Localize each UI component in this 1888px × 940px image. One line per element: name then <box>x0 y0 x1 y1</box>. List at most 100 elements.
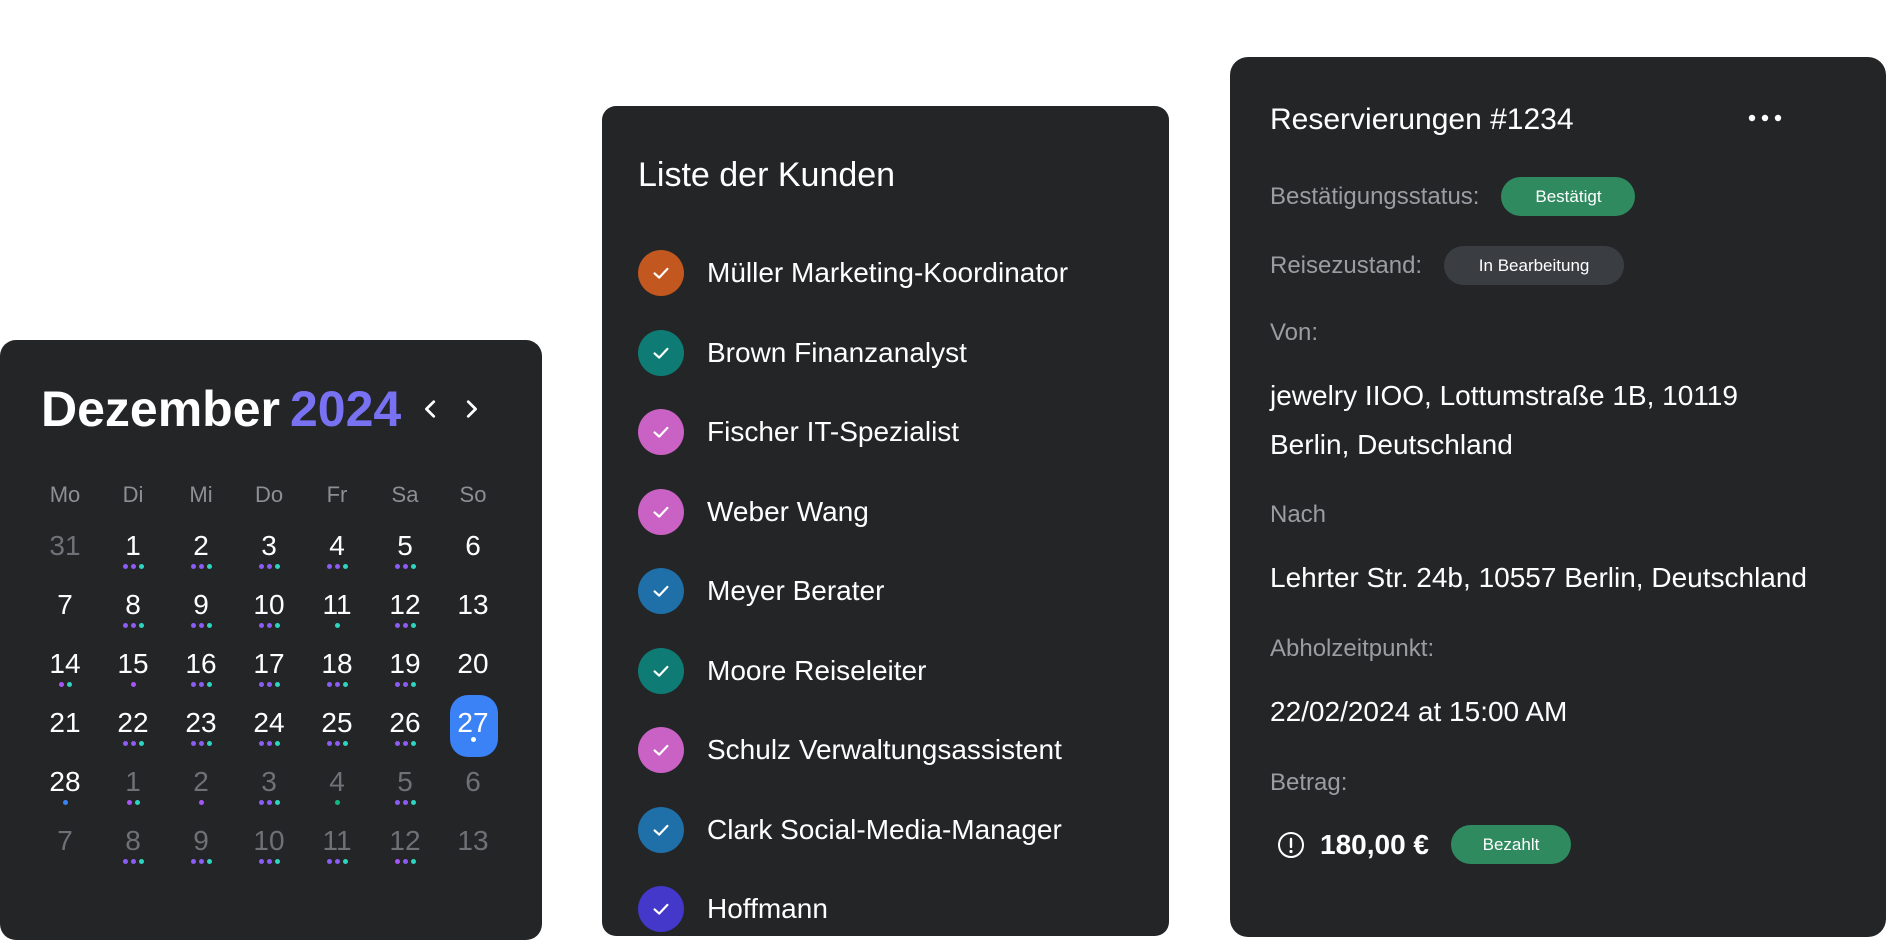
event-dot <box>138 623 144 628</box>
check-icon[interactable] <box>638 647 684 694</box>
customer-name: Müller Marketing-Koordinator <box>707 257 1069 288</box>
calendar-day-number: 12 <box>389 589 421 620</box>
event-dots <box>167 623 235 628</box>
from-address: jewelry IIOO, Lottumstraße 1B, 10119 Ber… <box>1270 371 1738 469</box>
calendar-month: Dezember <box>41 381 280 437</box>
check-icon[interactable] <box>638 488 684 535</box>
event-dots <box>235 741 303 746</box>
calendar-day-number: 28 <box>49 766 81 797</box>
calendar-day[interactable]: 11 <box>303 825 371 894</box>
event-dot <box>66 682 72 687</box>
paid-badge: Bezahlt <box>1451 825 1571 864</box>
event-dot <box>402 741 408 746</box>
calendar-day-number: 4 <box>329 766 345 797</box>
event-dot <box>266 859 272 864</box>
customer-item[interactable]: Brown Finanzanalyst <box>638 329 1068 376</box>
calendar-day-number: 18 <box>321 648 353 679</box>
calendar-nav <box>411 389 491 429</box>
event-dots <box>99 741 167 746</box>
calendar-day-number: 20 <box>457 648 489 679</box>
check-icon[interactable] <box>638 568 684 614</box>
chevron-left-icon[interactable] <box>411 389 451 429</box>
event-dots <box>235 682 303 687</box>
event-dots <box>99 682 167 687</box>
event-dot <box>258 741 264 746</box>
weekday-label: Fr <box>326 482 348 507</box>
customer-name: Meyer Berater <box>707 575 885 606</box>
customer-name: Schulz Verwaltungsassistent <box>707 734 1062 765</box>
event-dot <box>394 800 400 805</box>
more-horizontal-icon[interactable] <box>1740 103 1790 133</box>
calendar-day[interactable]: 12 <box>371 825 439 894</box>
check-icon[interactable] <box>638 250 684 296</box>
event-dots <box>235 564 303 569</box>
calendar-day-number: 4 <box>329 530 345 561</box>
customer-name: Clark Social-Media-Manager <box>707 813 1062 845</box>
event-dot <box>122 741 128 746</box>
event-dots <box>371 682 439 687</box>
customer-list-card: Liste der Kunden Müller Marketing-Koordi… <box>602 106 1169 936</box>
check-icon[interactable] <box>638 886 684 932</box>
event-dots <box>235 859 303 864</box>
check-icon[interactable] <box>638 727 684 773</box>
customer-item[interactable]: Hoffmann <box>638 886 1068 932</box>
event-dot <box>130 564 136 569</box>
weekday-label: Sa <box>391 482 419 507</box>
check-icon[interactable] <box>638 409 684 455</box>
calendar-header: Dezember 2024 <box>41 380 491 438</box>
event-dot <box>402 623 408 628</box>
customer-item[interactable]: Weber Wang <box>638 488 1068 535</box>
customer-item[interactable]: Meyer Berater <box>638 568 1068 614</box>
event-dot <box>326 741 332 746</box>
event-dot <box>130 741 136 746</box>
event-dot <box>274 682 280 687</box>
calendar-day[interactable]: 10 <box>235 825 303 894</box>
pickup-time: 22/02/2024 at 15:00 AM <box>1270 696 1568 727</box>
customer-item[interactable]: Moore Reiseleiter <box>638 647 1068 694</box>
customer-item[interactable]: Schulz Verwaltungsassistent <box>638 727 1068 773</box>
event-dot <box>410 741 416 746</box>
calendar-weekdays: Mo Di Mi Do Fr Sa So <box>31 482 507 507</box>
customer-item[interactable]: Fischer IT-Spezialist <box>638 409 1068 455</box>
event-dots <box>371 564 439 569</box>
calendar-day[interactable]: 7 <box>31 825 99 894</box>
calendar-day-number: 2 <box>193 530 209 561</box>
customer-item[interactable]: Clark Social-Media-Manager <box>638 806 1068 853</box>
event-dots <box>439 737 507 742</box>
event-dot <box>122 564 128 569</box>
event-dot <box>274 741 280 746</box>
calendar-day-number: 7 <box>57 825 73 856</box>
event-dot <box>410 564 416 569</box>
weekday-label: Mi <box>189 482 213 507</box>
event-dots <box>99 859 167 864</box>
calendar-day-number: 23 <box>185 707 217 738</box>
calendar-day-number: 11 <box>322 589 352 620</box>
check-icon[interactable] <box>638 329 684 376</box>
event-dot <box>138 741 144 746</box>
event-dot <box>198 800 204 805</box>
event-dot <box>190 682 196 687</box>
customer-item[interactable]: Müller Marketing-Koordinator <box>638 250 1068 296</box>
customer-name: Weber Wang <box>707 495 869 527</box>
from-row: Von: <box>1270 319 1318 347</box>
check-icon[interactable] <box>638 806 684 853</box>
event-dots <box>303 800 371 805</box>
event-dot <box>394 564 400 569</box>
event-dots <box>303 623 371 628</box>
event-dot <box>190 859 196 864</box>
calendar-day[interactable]: 9 <box>167 825 235 894</box>
event-dot <box>410 859 416 864</box>
event-dot <box>402 564 408 569</box>
chevron-right-icon[interactable] <box>451 389 491 429</box>
event-dot <box>258 623 264 628</box>
calendar-day-number: 9 <box>193 825 209 856</box>
in-progress-badge: In Bearbeitung <box>1444 246 1625 285</box>
event-dot <box>198 741 204 746</box>
event-dot <box>266 564 272 569</box>
event-dots <box>31 800 99 805</box>
calendar-day-number: 3 <box>261 766 277 797</box>
event-dots <box>167 682 235 687</box>
customer-name: Hoffmann <box>707 893 828 924</box>
calendar-day[interactable]: 13 <box>439 825 507 894</box>
calendar-day[interactable]: 8 <box>99 825 167 894</box>
